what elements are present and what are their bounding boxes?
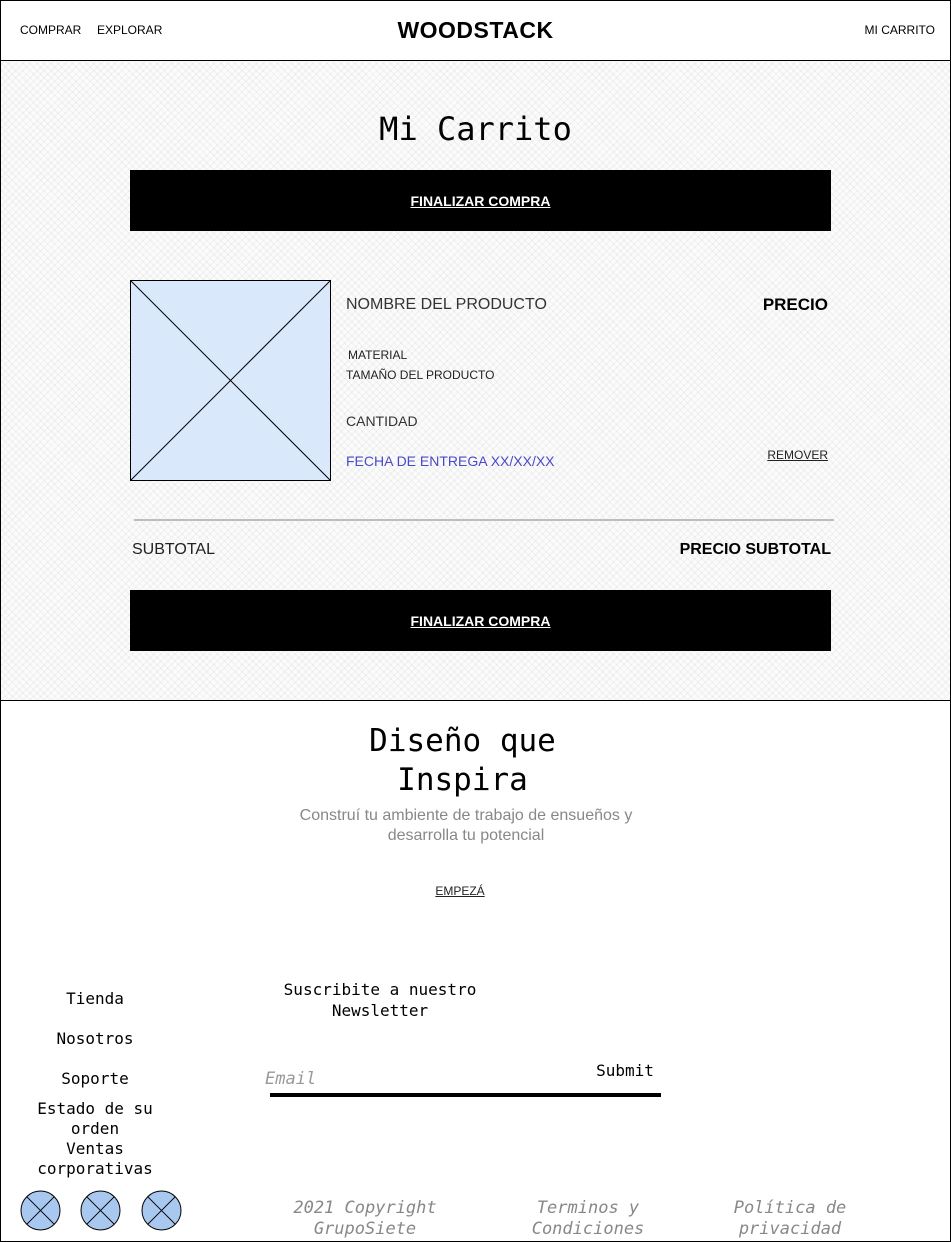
subtotal-value: PRECIO SUBTOTAL [679,541,831,558]
footer-link-order-status[interactable]: Estado de su orden [20,1099,170,1139]
divider [134,519,834,521]
newsletter-title: Suscribite a nuestro Newsletter [283,980,477,1020]
product-size: TAMAÑO DEL PRODUCTO [346,368,495,382]
footer-link-tienda[interactable]: Tienda [20,989,170,1009]
hero-cta-link[interactable]: EMPEZÁ [400,884,520,898]
submit-button[interactable]: Submit [585,1058,665,1082]
social-icon[interactable] [141,1190,182,1231]
footer-link-nosotros[interactable]: Nosotros [20,1029,170,1049]
product-quantity[interactable]: CANTIDAD [346,413,418,429]
delivery-date: FECHA DE ENTREGA XX/XX/XX [346,453,555,469]
copyright-text: 2021 Copyright GrupoSiete [293,1198,437,1239]
page-title: Mi Carrito [379,110,572,148]
privacy-link[interactable]: Política de privacidad [710,1198,870,1240]
terms-link[interactable]: Terminos y Condiciones [508,1198,668,1240]
hero-title: Diseño que Inspira [369,723,556,798]
product-image-placeholder [130,280,331,481]
checkout-button-top[interactable]: FINALIZAR COMPRA [130,170,831,231]
email-underline [270,1093,661,1097]
social-icon[interactable] [80,1190,121,1231]
email-input[interactable] [265,1066,565,1092]
subtotal-label: SUBTOTAL [132,541,215,558]
product-price: PRECIO [762,295,828,314]
social-icon[interactable] [20,1190,61,1231]
footer-link-soporte[interactable]: Soporte [20,1069,170,1089]
my-cart-link[interactable]: MI CARRITO [865,23,935,37]
product-name: NOMBRE DEL PRODUCTO [346,296,547,313]
hero-subtitle: Construí tu ambiente de trabajo de ensue… [299,807,633,844]
checkout-button-bottom[interactable]: FINALIZAR COMPRA [130,590,831,651]
product-material: MATERIAL [348,348,408,362]
brand-logo[interactable]: WOODSTACK [0,17,951,44]
footer-link-corporate-sales[interactable]: Ventas corporativas [20,1139,170,1179]
remove-item-link[interactable]: REMOVER [767,448,828,462]
